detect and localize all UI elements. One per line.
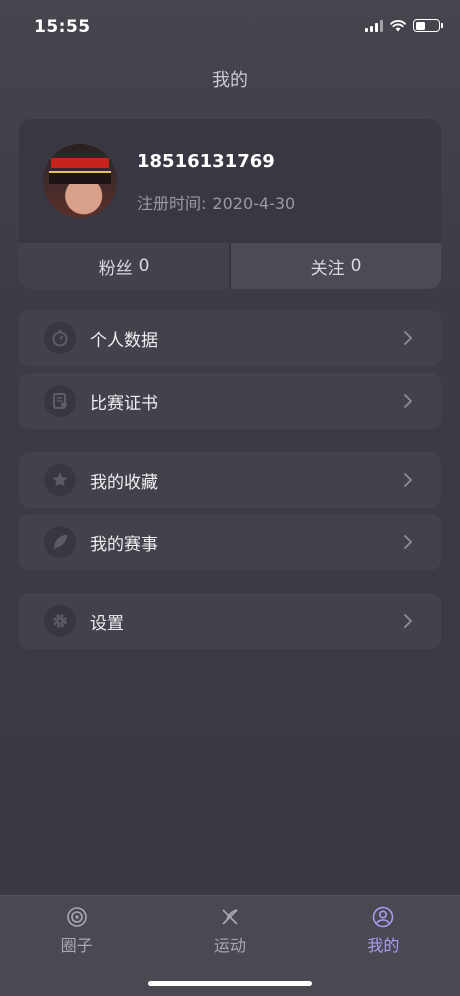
status-time: 15:55: [34, 17, 91, 37]
menu-my-events[interactable]: 我的赛事: [19, 514, 441, 570]
page-title: 我的: [212, 70, 248, 91]
feather-icon: [44, 526, 76, 558]
chevron-right-icon: [404, 614, 412, 628]
menu-favorites[interactable]: 我的收藏: [19, 452, 441, 508]
certificate-icon: [44, 385, 76, 417]
profile-card: 18516131769 注册时间: 2020-4-30 粉丝 0 关注 0: [19, 119, 441, 289]
home-indicator: [148, 981, 312, 986]
battery-level: [415, 21, 426, 30]
stats-row: 粉丝 0 关注 0: [19, 243, 441, 289]
tab-circle[interactable]: 圈子: [0, 896, 153, 996]
chevron-right-icon: [404, 394, 412, 408]
tab-label: 运动: [213, 936, 246, 955]
registration-label: 注册时间:: [137, 194, 207, 213]
stopwatch-icon: [44, 322, 76, 354]
registration-date: 2020-4-30: [212, 194, 296, 213]
status-bar: 15:55: [0, 0, 460, 56]
avatar[interactable]: [43, 144, 117, 218]
fans-count: 0: [138, 256, 150, 276]
star-icon: [44, 464, 76, 496]
menu-label: 比赛证书: [90, 393, 158, 414]
menu-label: 个人数据: [90, 330, 158, 351]
avatar-banner-bottom: [49, 171, 111, 184]
following-button[interactable]: 关注 0: [229, 243, 441, 289]
battery-icon: [413, 19, 443, 32]
status-icons: [365, 19, 443, 32]
following-count: 0: [350, 256, 362, 276]
chevron-right-icon: [404, 473, 412, 487]
fans-button[interactable]: 粉丝 0: [19, 243, 229, 289]
menu-label: 我的收藏: [90, 472, 158, 493]
fans-label: 粉丝: [98, 258, 133, 279]
menu-label: 设置: [90, 613, 124, 634]
gear-icon: [44, 605, 76, 637]
chevron-right-icon: [404, 535, 412, 549]
tab-label: 我的: [367, 936, 400, 955]
chevron-right-icon: [404, 331, 412, 345]
circle-icon: [66, 907, 87, 927]
menu-settings[interactable]: 设置: [19, 593, 441, 649]
sport-icon: [222, 909, 238, 925]
menu-personal-data[interactable]: 个人数据: [19, 310, 441, 366]
registration-info: 注册时间: 2020-4-30: [137, 190, 301, 214]
menu-label: 我的赛事: [90, 534, 158, 555]
profile-icon: [373, 906, 394, 928]
user-phone: 18516131769: [137, 151, 275, 172]
tab-mine[interactable]: 我的: [307, 896, 460, 996]
avatar-banner-top: [51, 158, 109, 168]
signal-icon: [365, 19, 383, 32]
tab-label: 圈子: [60, 936, 93, 955]
following-label: 关注: [310, 258, 345, 279]
wifi-icon: [390, 19, 406, 31]
menu-certificates[interactable]: 比赛证书: [19, 373, 441, 429]
